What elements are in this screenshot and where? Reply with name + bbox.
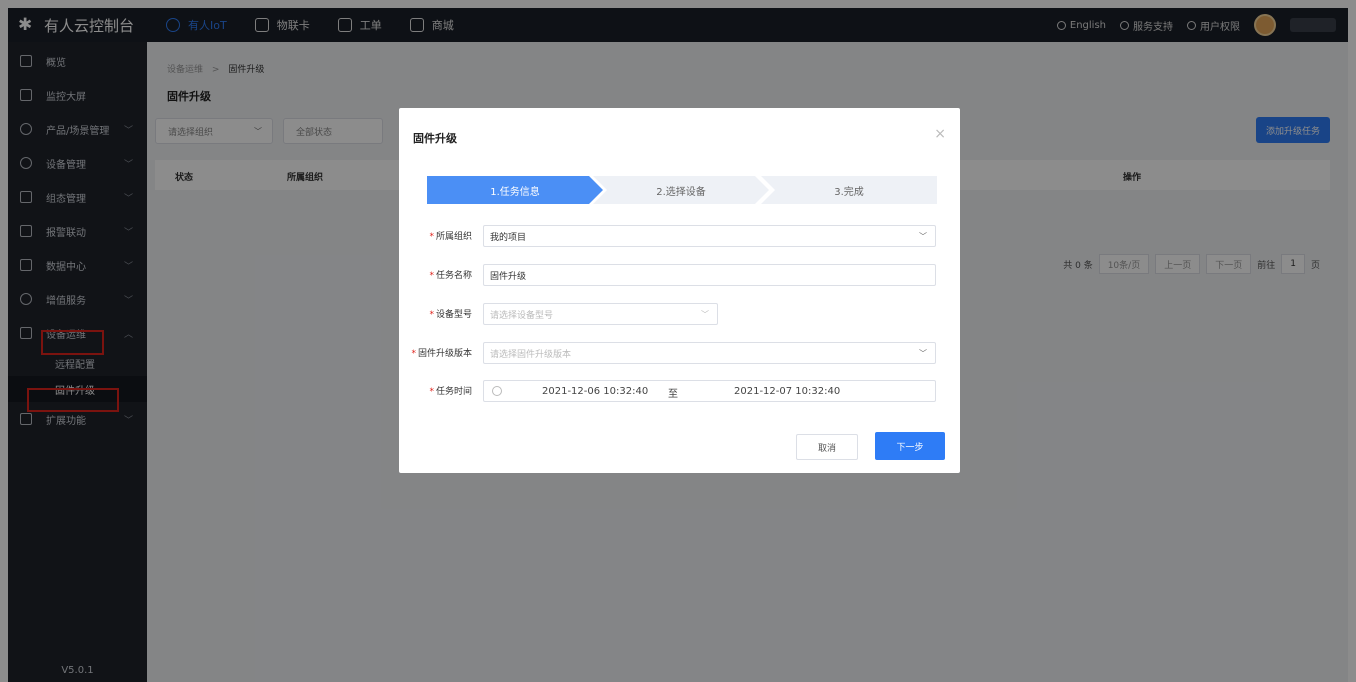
firmware-version-placeholder: 请选择固件升级版本 xyxy=(490,349,572,360)
model-label: * 设备型号 xyxy=(429,310,472,320)
org-label-text: 所属组织 xyxy=(435,232,472,242)
device-model-select[interactable]: 请选择设备型号 ﹀ xyxy=(483,303,718,325)
form-row-name: * 任务名称 固件升级 xyxy=(399,264,960,286)
firmware-label-text: 固件升级版本 xyxy=(417,349,472,359)
form-row-model: * 设备型号 请选择设备型号 ﹀ xyxy=(399,303,960,325)
next-step-button[interactable]: 下一步 xyxy=(875,432,945,460)
model-label-text: 设备型号 xyxy=(435,310,472,320)
time-label: * 任务时间 xyxy=(429,387,472,397)
form-row-org: * 所属组织 我的项目 ﹀ xyxy=(399,225,960,247)
start-time-value[interactable]: 2021-12-06 10:32:40 xyxy=(542,386,648,397)
step-task-info: 1.任务信息 xyxy=(427,176,603,204)
org-label: * 所属组织 xyxy=(429,232,472,242)
name-label-text: 任务名称 xyxy=(435,271,472,281)
chevron-down-icon: ﹀ xyxy=(701,309,709,319)
step-select-device: 2.选择设备 xyxy=(593,176,769,204)
form-row-time: * 任务时间 2021-12-06 10:32:40 至 2021-12-07 1… xyxy=(399,380,960,402)
form-row-firmware: * 固件升级版本 请选择固件升级版本 ﹀ xyxy=(399,342,960,364)
clock-icon xyxy=(492,386,502,396)
task-name-input[interactable]: 固件升级 xyxy=(483,264,936,286)
org-select-value: 我的项目 xyxy=(490,232,527,243)
step-complete: 3.完成 xyxy=(761,176,937,204)
org-select[interactable]: 我的项目 ﹀ xyxy=(483,225,936,247)
firmware-version-select[interactable]: 请选择固件升级版本 ﹀ xyxy=(483,342,936,364)
end-time-value[interactable]: 2021-12-07 10:32:40 xyxy=(734,386,840,397)
chevron-down-icon: ﹀ xyxy=(919,231,927,241)
task-time-range-picker[interactable]: 2021-12-06 10:32:40 至 2021-12-07 10:32:4… xyxy=(483,380,936,402)
firmware-label: * 固件升级版本 xyxy=(411,349,472,359)
close-icon[interactable]: × xyxy=(934,126,946,142)
task-name-value: 固件升级 xyxy=(490,271,527,282)
device-model-placeholder: 请选择设备型号 xyxy=(490,310,554,321)
step-indicator: 1.任务信息 2.选择设备 3.完成 xyxy=(427,176,937,204)
name-label: * 任务名称 xyxy=(429,271,472,281)
time-range-separator: 至 xyxy=(668,389,678,400)
firmware-upgrade-dialog: 固件升级 × 1.任务信息 2.选择设备 3.完成 * 所属组织 我的项目 ﹀ *… xyxy=(399,108,960,473)
time-label-text: 任务时间 xyxy=(435,387,472,397)
dialog-title: 固件升级 xyxy=(413,132,457,145)
chevron-down-icon: ﹀ xyxy=(919,348,927,358)
cancel-button[interactable]: 取消 xyxy=(796,434,858,460)
